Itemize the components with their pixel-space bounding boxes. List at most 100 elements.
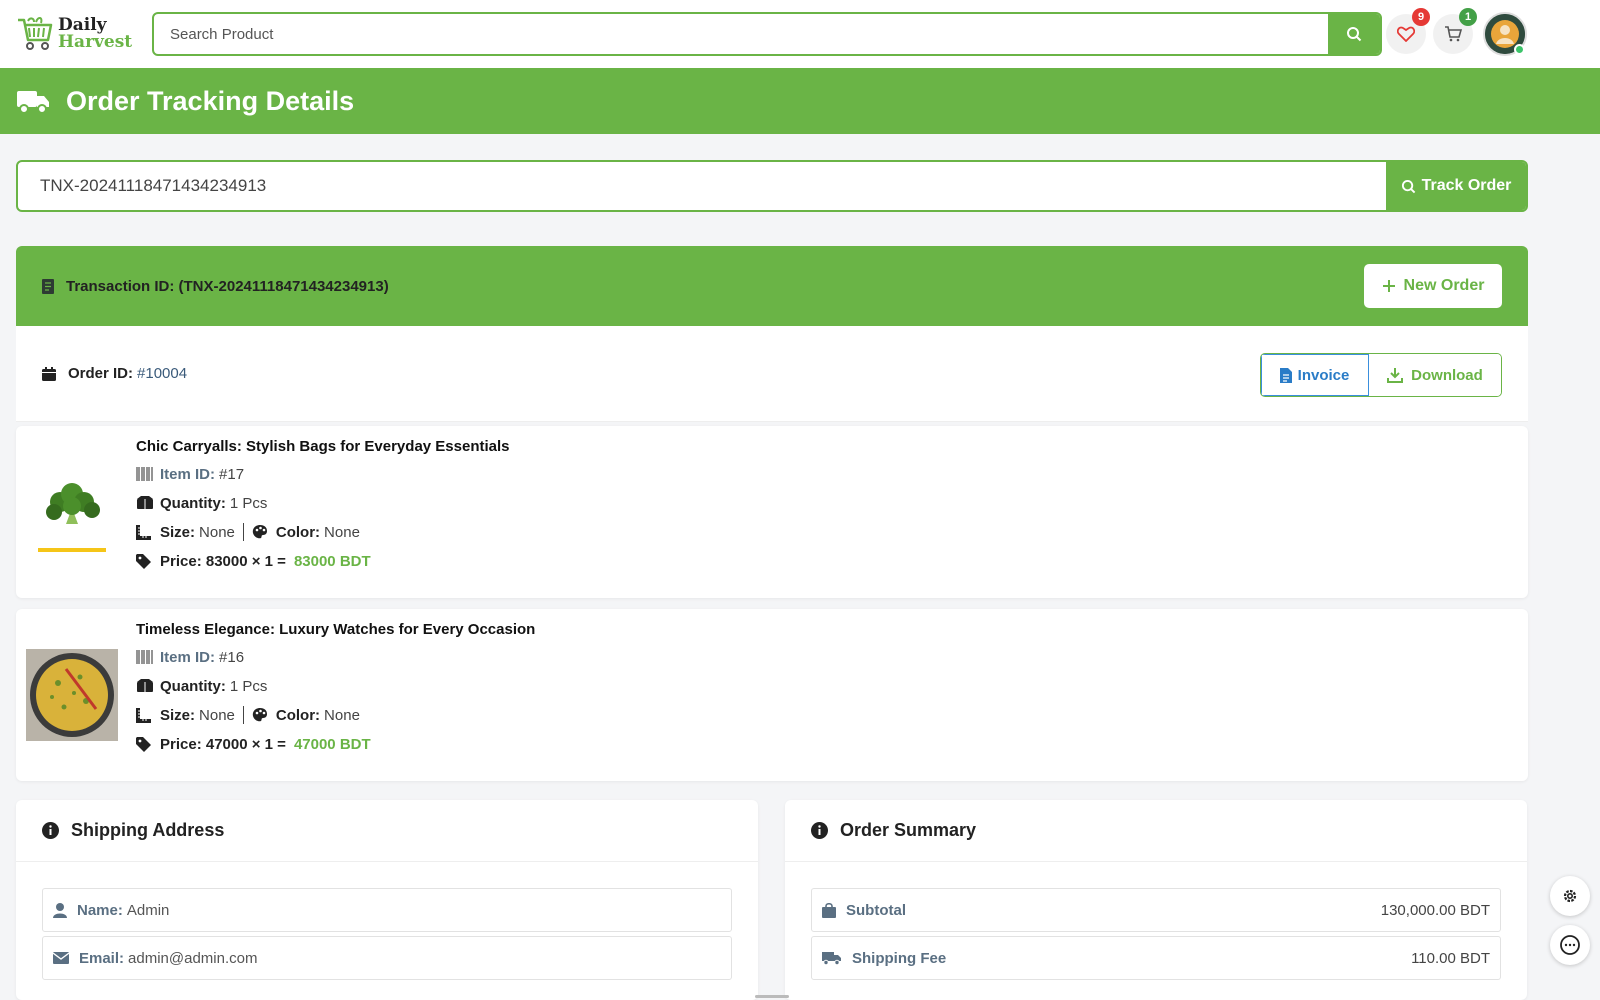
online-status-dot — [1514, 44, 1525, 55]
new-order-button[interactable]: New Order — [1364, 264, 1502, 308]
search-input[interactable] — [154, 14, 1332, 54]
subtotal-label: Subtotal — [846, 901, 906, 919]
brand-logo[interactable]: Daily Harvest — [16, 14, 136, 54]
item-id-line: Item ID: #16 — [136, 647, 535, 667]
track-order-bar: Track Order — [16, 160, 1528, 212]
size-color-line: Size: None Color: None — [136, 705, 535, 725]
price-label: Price: 83000 × 1 = — [160, 552, 286, 570]
email-label: Email: — [79, 949, 125, 967]
plus-icon — [1382, 279, 1396, 293]
product-image-broccoli[interactable] — [26, 464, 118, 556]
wishlist-button[interactable]: 9 — [1386, 8, 1430, 54]
cart-icon — [1444, 26, 1462, 42]
bag-icon — [822, 902, 836, 918]
search-icon — [1346, 26, 1362, 42]
size-value: None — [199, 523, 235, 541]
product-image-omelette[interactable] — [26, 649, 118, 741]
invoice-button[interactable]: Invoice — [1261, 354, 1369, 396]
shipping-name-field: Name: Admin — [42, 888, 732, 932]
cart-button[interactable]: 1 — [1433, 8, 1477, 54]
order-actions: Invoice Download — [1260, 353, 1502, 397]
order-info-row: Order ID: #10004 Invoice Download — [16, 326, 1528, 422]
search-button[interactable] — [1328, 14, 1380, 54]
new-order-label: New Order — [1403, 277, 1485, 294]
truck-icon — [16, 87, 50, 115]
chat-button[interactable] — [1550, 925, 1590, 965]
order-summary-header: Order Summary — [785, 800, 1527, 862]
tag-icon — [136, 736, 154, 752]
ruler-icon — [136, 524, 154, 540]
tag-icon — [136, 553, 154, 569]
item-id-label: Item ID: — [160, 465, 216, 483]
track-order-label: Track Order — [1421, 177, 1512, 194]
info-icon — [811, 822, 828, 839]
shipping-address-title: Shipping Address — [71, 820, 225, 840]
transaction-id-text: Transaction ID: (TNX-2024111847143423491… — [66, 277, 389, 295]
item-details: Timeless Elegance: Luxury Watches for Ev… — [136, 621, 535, 763]
boxes-icon — [136, 679, 154, 693]
transaction-id-input[interactable] — [18, 162, 1388, 210]
order-id-label: Order ID: — [68, 365, 134, 382]
barcode-icon — [136, 467, 154, 481]
color-value: None — [324, 706, 360, 724]
quantity-line: Quantity: 1 Pcs — [136, 676, 535, 696]
quantity-label: Quantity: — [160, 677, 226, 695]
size-label: Size: — [160, 523, 196, 541]
download-label: Download — [1411, 366, 1483, 384]
size-label: Size: — [160, 706, 196, 724]
order-summary-title: Order Summary — [840, 820, 977, 840]
order-summary-panel: Order Summary Subtotal 130,000.00 BDT Sh… — [785, 800, 1527, 1000]
order-item-card: Chic Carryalls: Stylish Bags for Everyda… — [16, 426, 1528, 598]
price-label: Price: 47000 × 1 = — [160, 735, 286, 753]
wishlist-count-badge: 9 — [1412, 8, 1430, 26]
scroll-handle[interactable] — [755, 995, 789, 998]
boxes-icon — [136, 496, 154, 510]
cart-logo-icon — [16, 16, 54, 52]
item-title: Timeless Elegance: Luxury Watches for Ev… — [136, 621, 536, 638]
top-navbar: Daily Harvest 9 1 — [0, 0, 1600, 68]
gear-icon — [1561, 887, 1579, 905]
settings-button[interactable] — [1550, 876, 1590, 916]
barcode-icon — [136, 650, 154, 664]
page-title: Order Tracking Details — [66, 85, 355, 116]
order-id-value: #10004 — [137, 365, 188, 382]
track-order-button[interactable]: Track Order — [1386, 162, 1526, 210]
quantity-line: Quantity: 1 Pcs — [136, 493, 510, 513]
shipping-address-panel: Shipping Address Name: Admin Email: admi… — [16, 800, 758, 1000]
invoice-label: Invoice — [1297, 366, 1350, 384]
search-bar — [152, 12, 1382, 56]
shipping-fee-value: 110.00 BDT — [1411, 949, 1490, 967]
item-id-line: Item ID: #17 — [136, 464, 510, 484]
size-value: None — [199, 706, 235, 724]
name-label: Name: — [77, 901, 123, 919]
brand-name: Daily Harvest — [58, 17, 132, 51]
info-icon — [42, 822, 59, 839]
quantity-value: 1 Pcs — [229, 677, 268, 695]
transaction-header: Transaction ID: (TNX-2024111847143423491… — [16, 246, 1528, 326]
price-line: Price: 47000 × 1 = 47000 BDT — [136, 734, 535, 754]
brand-line-2: Harvest — [58, 32, 133, 52]
price-line: Price: 83000 × 1 = 83000 BDT — [136, 551, 510, 571]
shipping-address-header: Shipping Address — [16, 800, 758, 862]
search-icon — [1401, 179, 1416, 194]
item-title: Chic Carryalls: Stylish Bags for Everyda… — [136, 438, 510, 455]
quantity-label: Quantity: — [160, 494, 226, 512]
divider — [242, 706, 244, 724]
color-value: None — [324, 523, 360, 541]
page-header: Order Tracking Details — [0, 68, 1600, 134]
shipping-fee-label: Shipping Fee — [852, 949, 947, 967]
item-details: Chic Carryalls: Stylish Bags for Everyda… — [136, 438, 510, 580]
palette-icon — [252, 524, 270, 540]
item-id-value: #17 — [219, 465, 245, 483]
cart-count-badge: 1 — [1459, 8, 1477, 26]
order-item-card: Timeless Elegance: Luxury Watches for Ev… — [16, 609, 1528, 781]
price-total: 83000 BDT — [293, 552, 371, 570]
palette-icon — [252, 707, 270, 723]
email-value: admin@admin.com — [128, 949, 258, 967]
calendar-icon — [42, 366, 56, 381]
shipping-email-field: Email: admin@admin.com — [42, 936, 732, 980]
user-icon — [53, 902, 67, 918]
subtotal-value: 130,000.00 BDT — [1380, 901, 1490, 919]
download-button[interactable]: Download — [1369, 354, 1501, 396]
divider — [242, 523, 244, 541]
